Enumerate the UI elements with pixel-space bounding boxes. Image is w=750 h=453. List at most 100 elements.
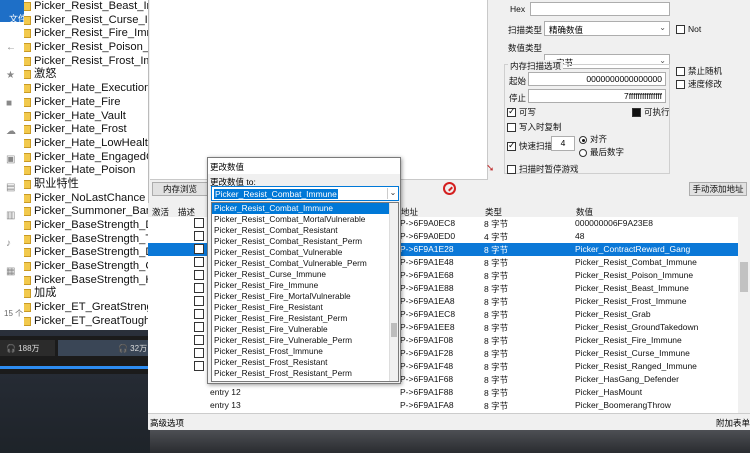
explorer-file-item[interactable]: Picker_Hate_LowHealth	[24, 137, 150, 151]
scan-results-list[interactable]	[150, 0, 488, 180]
disable-random-checkbox-box[interactable]	[676, 67, 685, 77]
writable-checkbox-box[interactable]	[507, 106, 516, 118]
explorer-file-item[interactable]: Picker_BaseStrength_D	[24, 219, 150, 233]
explorer-file-item[interactable]: Picker_Hate_EngagedOr	[24, 151, 150, 165]
executable-checkbox-box[interactable]	[632, 108, 641, 118]
executable-checkbox[interactable]: 可执行	[632, 106, 670, 118]
explorer-file-item[interactable]: 加成	[24, 287, 150, 301]
explorer-file-item[interactable]: Picker_Resist_Frost_Imm	[24, 55, 150, 69]
media-thumb-count-left[interactable]: 🎧 188万	[0, 340, 55, 356]
speed-hack-checkbox[interactable]: 速度修改	[676, 78, 722, 90]
dropdown-option[interactable]: Picker_Resist_Combat_Immune	[212, 203, 398, 214]
advanced-options-link[interactable]: 高级选项	[150, 417, 184, 429]
explorer-file-item[interactable]: Picker_Resist_Fire_Immu	[24, 27, 150, 41]
explorer-file-item[interactable]: Picker_Hate_Execution	[24, 82, 150, 96]
explorer-file-name: Picker_Hate_LowHealth	[34, 136, 150, 149]
explorer-file-item[interactable]: Picker_BaseStrength_Co	[24, 260, 150, 274]
pause-checkbox-box[interactable]	[507, 165, 516, 175]
not-checkbox-box[interactable]	[676, 25, 685, 35]
explorer-file-item[interactable]: 职业特性	[24, 178, 150, 192]
last-digits-radio[interactable]: 最后数字	[579, 146, 624, 158]
dropdown-option[interactable]: Picker_Resist_Fire_Resistant	[212, 302, 398, 313]
copy-on-write-checkbox-box[interactable]	[507, 123, 516, 133]
table-scrollbar[interactable]	[738, 217, 750, 413]
row-active-checkbox[interactable]	[194, 270, 204, 280]
dropdown-option[interactable]: Picker_Resist_Frost_Resistant_Perm	[212, 368, 398, 379]
explorer-file-item[interactable]: Picker_Hate_Poison	[24, 164, 150, 178]
row-active-checkbox[interactable]	[194, 361, 204, 371]
explorer-file-item[interactable]: Picker_ET_GreatStrengt	[24, 301, 150, 315]
dropdown-scrollbar[interactable]	[389, 203, 398, 381]
start-address-input[interactable]: 0000000000000000	[528, 72, 666, 86]
dropdown-option[interactable]: Picker_Resist_Combat_MortalVulnerable	[212, 214, 398, 225]
writable-checkbox[interactable]: 可写	[507, 106, 536, 118]
change-value-dialog: 更改数值 更改数值 to: Picker_Resist_Combat_Immun…	[207, 157, 401, 384]
align-radio[interactable]: 对齐	[579, 133, 607, 145]
align-radio-dot[interactable]	[579, 135, 587, 144]
value-combobox[interactable]: Picker_Resist_Combat_Immune ⌄	[211, 186, 399, 201]
row-active-checkbox[interactable]	[194, 257, 204, 267]
fast-scan-checkbox[interactable]: 快速扫描	[507, 140, 553, 152]
chevron-down-icon[interactable]: ⌄	[387, 188, 398, 199]
explorer-file-item[interactable]: Picker_Hate_Fire	[24, 96, 150, 110]
dropdown-option[interactable]: Picker_Resist_Fire_Immune	[212, 280, 398, 291]
row-active-checkbox[interactable]	[194, 309, 204, 319]
dropdown-option[interactable]: Picker_Resist_Fire_MortalVulnerable	[212, 291, 398, 302]
explorer-file-item[interactable]: Picker_Summoner_Ban	[24, 205, 150, 219]
explorer-file-item[interactable]: Picker_NoLastChance	[24, 192, 150, 206]
table-row[interactable]: entry 13 P->6F9A1FA8 8 字节 Picker_BoomerangT…	[148, 399, 738, 412]
explorer-file-item[interactable]: Picker_BaseStrength_Ta	[24, 233, 150, 247]
dropdown-option[interactable]: Picker_Resist_Fire_Vulnerable_Perm	[212, 335, 398, 346]
add-address-manually-button[interactable]: 手动添加地址	[689, 182, 747, 196]
dropdown-option[interactable]: Picker_Resist_Combat_Resistant_Perm	[212, 236, 398, 247]
row-active-checkbox[interactable]	[194, 231, 204, 241]
pause-while-scanning-checkbox[interactable]: 扫描时暂停游戏	[507, 163, 579, 175]
explorer-file-item[interactable]: Picker_Hate_Vault	[24, 110, 150, 124]
scan-type-select[interactable]: 精确数值 ⌄	[544, 21, 670, 36]
dropdown-option[interactable]: Picker_Resist_Combat_Vulnerable	[212, 247, 398, 258]
dropdown-option[interactable]: Picker_Resist_Frost_Immune	[212, 346, 398, 357]
value-dropdown-list[interactable]: Picker_Resist_Combat_Immune Picker_Resist…	[211, 202, 399, 382]
media-thumb-count-right[interactable]: 🎧 32万	[58, 340, 150, 356]
row-active-checkbox[interactable]	[194, 244, 204, 254]
explorer-file-item[interactable]: Picker_ET_GreatToughr	[24, 315, 150, 329]
stop-icon[interactable]	[443, 182, 456, 195]
pointer-arrow-icon[interactable]: ➘	[486, 163, 498, 175]
copy-on-write-checkbox[interactable]: 写入时复制	[507, 121, 562, 133]
explorer-file-item[interactable]: Picker_Resist_Beast_Imm	[24, 0, 150, 14]
fast-scan-checkbox-box[interactable]	[507, 140, 516, 152]
row-active-checkbox[interactable]	[194, 335, 204, 345]
dropdown-option[interactable]: Picker_Resist_Frost_Resistant	[212, 357, 398, 368]
last-digits-label: 最后数字	[590, 147, 625, 157]
row-active-checkbox[interactable]	[194, 296, 204, 306]
scan-value-input[interactable]	[530, 2, 670, 16]
explorer-file-item[interactable]: Picker_Resist_Curse_Imm	[24, 14, 150, 28]
fast-scan-alignment-input[interactable]: 4	[551, 136, 575, 151]
explorer-file-item[interactable]: Picker_Hate_Frost	[24, 123, 150, 137]
row-active-checkbox[interactable]	[194, 322, 204, 332]
table-row[interactable]: entry 12 P->6F9A1F88 8 字节 Picker_HasMount	[148, 386, 738, 399]
memory-view-button[interactable]: 内存浏览	[152, 182, 208, 196]
dropdown-option[interactable]: Picker_Resist_Combat_Resistant	[212, 225, 398, 236]
row-active-checkbox[interactable]	[194, 218, 204, 228]
table-scrollbar-thumb[interactable]	[740, 262, 748, 292]
stop-address-input[interactable]: 7fffffffffffffff	[528, 89, 666, 103]
disable-random-checkbox[interactable]: 禁止随机	[676, 65, 722, 77]
dropdown-option[interactable]: Picker_Resist_Fire_Vulnerable	[212, 324, 398, 335]
dropdown-scrollbar-thumb[interactable]	[391, 323, 397, 337]
row-active-checkbox[interactable]	[194, 283, 204, 293]
dropdown-option[interactable]: Picker_Resist_Combat_Vulnerable_Perm	[212, 258, 398, 269]
explorer-file-item[interactable]: 激怒	[24, 68, 150, 82]
explorer-file-item[interactable]: Picker_Resist_Poison_Imm	[24, 41, 150, 55]
dropdown-option[interactable]: Picker_Resist_Curse_Immune	[212, 269, 398, 280]
row-address: P->6F9A1E28	[400, 244, 454, 254]
explorer-file-item[interactable]: Picker_BaseStrength_H	[24, 274, 150, 288]
not-checkbox[interactable]: Not	[676, 24, 701, 35]
row-active-checkbox[interactable]	[194, 348, 204, 358]
dropdown-option[interactable]: Picker_Resist_Fire_Resistant_Perm	[212, 313, 398, 324]
speed-hack-checkbox-box[interactable]	[676, 80, 685, 90]
table-extras-link[interactable]: 附加表单	[716, 417, 750, 429]
explorer-file-item[interactable]: Picker_BaseStrength_D	[24, 246, 150, 260]
last-digits-radio-dot[interactable]	[579, 148, 587, 157]
value-combobox-text[interactable]: Picker_Resist_Combat_Immune	[214, 189, 338, 199]
